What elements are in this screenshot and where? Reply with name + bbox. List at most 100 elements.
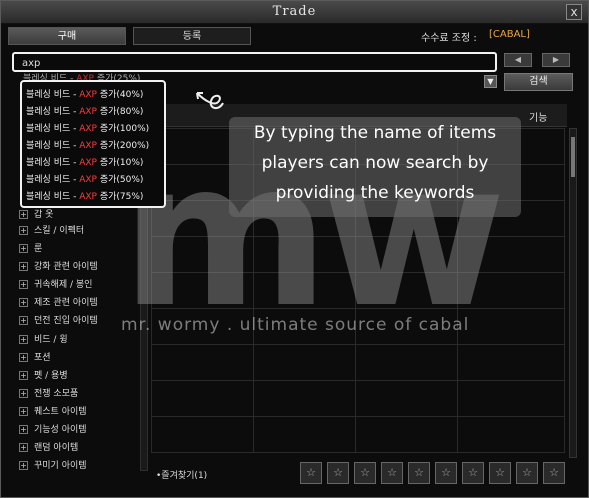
category-label: 스킬 / 이펙터 bbox=[34, 226, 85, 236]
favorite-slot-star-icon[interactable]: ☆ bbox=[354, 462, 376, 484]
category-label: 퀘스트 아이템 bbox=[34, 407, 87, 417]
category-item[interactable]: + 갑 옷 bbox=[19, 208, 53, 223]
fee-value[interactable]: [CABAL] bbox=[489, 29, 530, 40]
suggestion-suffix: 증가(100%) bbox=[96, 124, 150, 134]
curly-arrow-icon bbox=[196, 92, 224, 109]
results-scrollbar[interactable] bbox=[569, 128, 577, 458]
window-title: Trade bbox=[272, 4, 317, 19]
autocomplete-dropdown: 블레싱 비드 - AXP 증가(40%) 블레싱 비드 - AXP 증가(80%)… bbox=[20, 80, 166, 208]
suggestion-keyword: AXP bbox=[79, 158, 97, 168]
expand-plus-icon[interactable]: + bbox=[19, 461, 28, 470]
category-label: 룬 bbox=[34, 244, 43, 254]
suggestion-item[interactable]: 블레싱 비드 - AXP 증가(50%) bbox=[26, 172, 143, 185]
expand-plus-icon[interactable]: + bbox=[19, 226, 28, 235]
expand-plus-icon[interactable]: + bbox=[19, 425, 28, 434]
category-item[interactable]: + 룬 bbox=[19, 242, 42, 257]
favorite-slot-star-icon[interactable]: ☆ bbox=[327, 462, 349, 484]
category-label: 귀속해제 / 봉인 bbox=[34, 280, 93, 290]
expand-plus-icon[interactable]: + bbox=[19, 280, 28, 289]
category-item[interactable]: + 포션 bbox=[19, 351, 51, 366]
expand-plus-icon[interactable]: + bbox=[19, 353, 28, 362]
column-header-function[interactable]: 기능 bbox=[529, 109, 547, 124]
expand-plus-icon[interactable]: + bbox=[19, 262, 28, 271]
category-item[interactable]: + 귀속해제 / 봉인 bbox=[19, 278, 92, 293]
callout-line: providing the keywords bbox=[275, 183, 475, 203]
category-item[interactable]: + 제조 관련 아이템 bbox=[19, 296, 98, 311]
category-item[interactable]: + 펫 / 용병 bbox=[19, 369, 68, 384]
suggestion-suffix: 증가(40%) bbox=[96, 90, 144, 100]
callout-line: By typing the name of items bbox=[253, 123, 497, 143]
category-label: 던전 진입 아이템 bbox=[34, 316, 98, 326]
suggestion-keyword: AXP bbox=[79, 124, 97, 134]
category-item[interactable]: + 비드 / 윙 bbox=[19, 333, 68, 348]
category-label: 랜덤 아이템 bbox=[34, 443, 79, 453]
expand-plus-icon[interactable]: + bbox=[19, 210, 28, 219]
favorite-slot-star-icon[interactable]: ☆ bbox=[543, 462, 565, 484]
category-label: 기능성 아이템 bbox=[34, 425, 87, 435]
category-item[interactable]: + 꾸미기 아이템 bbox=[19, 459, 87, 474]
suggestion-item[interactable]: 블레싱 비드 - AXP 증가(75%) bbox=[26, 189, 143, 202]
category-item[interactable]: + 던전 진입 아이템 bbox=[19, 314, 98, 329]
suggestion-item[interactable]: 블레싱 비드 - AXP 증가(10%) bbox=[26, 155, 143, 168]
suggestion-keyword: AXP bbox=[79, 90, 97, 100]
suggestion-item[interactable]: 블레싱 비드 - AXP 증가(80%) bbox=[26, 104, 143, 117]
category-item[interactable]: + 기능성 아이템 bbox=[19, 423, 87, 438]
tab-register[interactable]: 등록 bbox=[133, 27, 251, 45]
grid-row-line bbox=[151, 416, 565, 417]
favorite-slot-star-icon[interactable]: ☆ bbox=[516, 462, 538, 484]
grid-column-line bbox=[564, 128, 565, 452]
suggestion-item[interactable]: 블레싱 비드 - AXP 증가(200%) bbox=[26, 138, 149, 151]
category-label: 갑 옷 bbox=[34, 210, 54, 220]
grid-row-line bbox=[151, 452, 565, 453]
favorite-slot-star-icon[interactable]: ☆ bbox=[435, 462, 457, 484]
expand-plus-icon[interactable]: + bbox=[19, 316, 28, 325]
suggestion-prefix: 블레싱 비드 - bbox=[26, 124, 80, 134]
close-button[interactable]: x bbox=[566, 4, 582, 20]
favorite-slot-star-icon[interactable]: ☆ bbox=[489, 462, 511, 484]
title-bar[interactable]: Trade x bbox=[1, 1, 588, 24]
favorite-slot-star-icon[interactable]: ☆ bbox=[408, 462, 430, 484]
favorite-slot-star-icon[interactable]: ☆ bbox=[462, 462, 484, 484]
suggestion-suffix: 증가(50%) bbox=[96, 175, 144, 185]
search-button[interactable]: 검색 bbox=[504, 73, 573, 91]
category-item[interactable]: + 퀘스트 아이템 bbox=[19, 405, 87, 420]
category-item[interactable]: + 전쟁 소모품 bbox=[19, 387, 78, 402]
expand-plus-icon[interactable]: + bbox=[19, 443, 28, 452]
suggestion-keyword: AXP bbox=[79, 141, 97, 151]
favorites-label[interactable]: •즐겨찾기(1) bbox=[156, 468, 207, 481]
suggestion-item[interactable]: 블레싱 비드 - AXP 증가(100%) bbox=[26, 121, 149, 134]
next-page-button[interactable]: ▶ bbox=[542, 53, 570, 67]
search-field[interactable] bbox=[12, 52, 497, 72]
favorite-slot-star-icon[interactable]: ☆ bbox=[381, 462, 403, 484]
favorite-slot-star-icon[interactable]: ☆ bbox=[300, 462, 322, 484]
prev-page-button[interactable]: ◀ bbox=[504, 53, 532, 67]
suggestion-suffix: 증가(200%) bbox=[96, 141, 150, 151]
tab-bar: 구매 등록 bbox=[8, 27, 288, 45]
dropdown-toggle-button[interactable]: ▼ bbox=[484, 75, 497, 88]
category-item[interactable]: + 강화 관련 아이템 bbox=[19, 260, 98, 275]
expand-plus-icon[interactable]: + bbox=[19, 371, 28, 380]
suggestion-prefix: 블레싱 비드 - bbox=[26, 192, 80, 202]
suggestion-item[interactable]: 블레싱 비드 - AXP 증가(40%) bbox=[26, 87, 143, 100]
annotation-callout: By typing the name of items players can … bbox=[229, 117, 521, 217]
category-label: 포션 bbox=[34, 353, 51, 363]
category-item[interactable]: + 스킬 / 이펙터 bbox=[19, 224, 84, 239]
expand-plus-icon[interactable]: + bbox=[19, 389, 28, 398]
expand-plus-icon[interactable]: + bbox=[19, 298, 28, 307]
expand-plus-icon[interactable]: + bbox=[19, 244, 28, 253]
suggestion-suffix: 증가(75%) bbox=[96, 192, 144, 202]
category-label: 비드 / 윙 bbox=[34, 335, 68, 345]
suggestion-prefix: 블레싱 비드 - bbox=[26, 90, 80, 100]
suggestion-prefix: 블레싱 비드 - bbox=[26, 141, 80, 151]
grid-row-line bbox=[151, 380, 565, 381]
tab-buy[interactable]: 구매 bbox=[8, 27, 126, 45]
scrollbar-thumb[interactable] bbox=[571, 137, 575, 177]
expand-plus-icon[interactable]: + bbox=[19, 335, 28, 344]
category-label: 꾸미기 아이템 bbox=[34, 461, 87, 471]
category-item[interactable]: + 랜덤 아이템 bbox=[19, 441, 78, 456]
trade-window: Trade x 구매 등록 수수료 조정 : [CABAL] ◀ ▶ ▼ 검색 … bbox=[0, 0, 589, 498]
suggestion-keyword: AXP bbox=[79, 192, 97, 202]
category-label: 전쟁 소모품 bbox=[34, 389, 79, 399]
expand-plus-icon[interactable]: + bbox=[19, 407, 28, 416]
search-input[interactable] bbox=[22, 56, 482, 70]
